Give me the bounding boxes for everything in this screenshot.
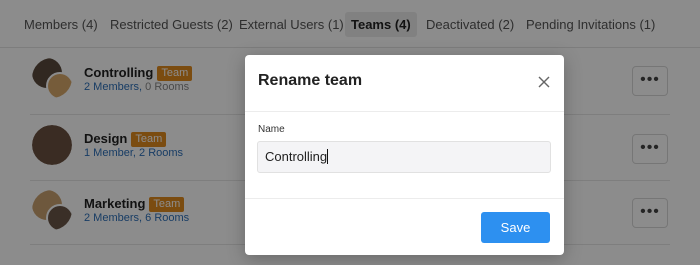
name-input[interactable]: Controlling (257, 141, 551, 173)
close-icon[interactable] (536, 74, 552, 90)
text-caret (327, 149, 329, 164)
rename-team-dialog: Rename team Name Controlling Save (245, 55, 564, 255)
name-field-label: Name (258, 124, 285, 135)
divider (245, 111, 564, 112)
save-button[interactable]: Save (481, 212, 550, 243)
dialog-title: Rename team (258, 72, 363, 89)
divider (245, 198, 564, 199)
